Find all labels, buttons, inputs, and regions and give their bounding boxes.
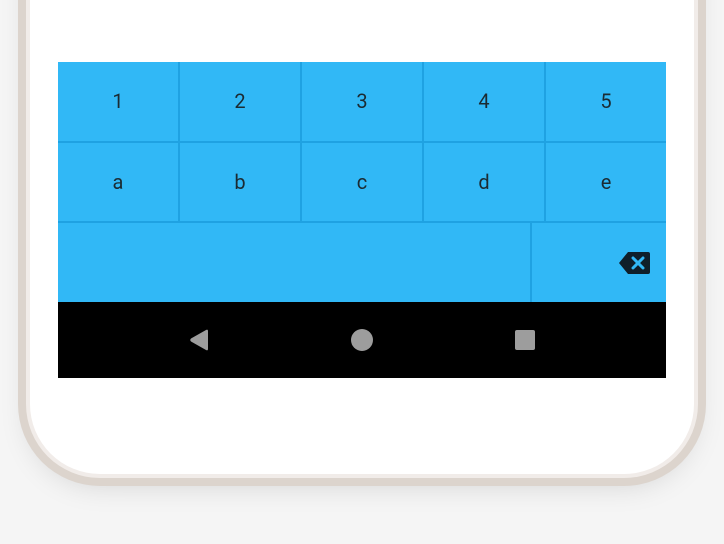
- key-d[interactable]: d: [422, 143, 544, 222]
- key-2[interactable]: 2: [178, 62, 300, 141]
- key-3[interactable]: 3: [300, 62, 422, 141]
- key-backspace[interactable]: [530, 223, 666, 302]
- key-e[interactable]: e: [544, 143, 666, 222]
- key-4[interactable]: 4: [422, 62, 544, 141]
- phone-frame: 1 2 3 4 5 a b c d e: [30, 0, 694, 474]
- triangle-left-icon: [188, 328, 210, 352]
- key-1[interactable]: 1: [58, 62, 178, 141]
- android-nav-bar: [58, 302, 666, 378]
- nav-back-button[interactable]: [183, 324, 215, 356]
- backspace-icon: [618, 250, 650, 276]
- phone-screen: 1 2 3 4 5 a b c d e: [58, 0, 666, 378]
- key-5[interactable]: 5: [544, 62, 666, 141]
- nav-recents-button[interactable]: [509, 324, 541, 356]
- key-b[interactable]: b: [178, 143, 300, 222]
- key-space[interactable]: [58, 223, 530, 302]
- circle-icon: [350, 328, 374, 352]
- keyboard-row-2: a b c d e: [58, 141, 666, 222]
- key-a[interactable]: a: [58, 143, 178, 222]
- keyboard-row-1: 1 2 3 4 5: [58, 62, 666, 141]
- key-c[interactable]: c: [300, 143, 422, 222]
- keyboard-row-action: [58, 221, 666, 302]
- square-icon: [514, 329, 536, 351]
- custom-keyboard: 1 2 3 4 5 a b c d e: [58, 62, 666, 302]
- nav-home-button[interactable]: [346, 324, 378, 356]
